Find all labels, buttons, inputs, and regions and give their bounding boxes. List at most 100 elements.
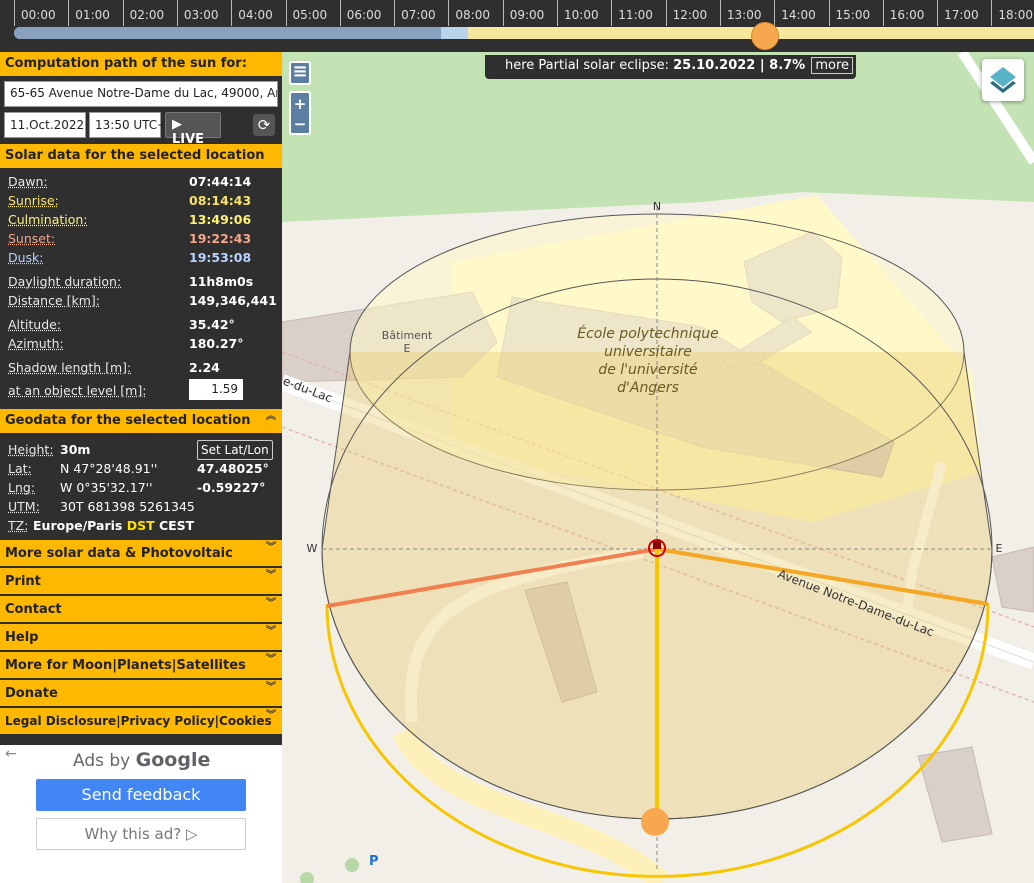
timeline-tick: 11:00 xyxy=(611,0,666,26)
time-input[interactable]: 13:50 UTC+2 xyxy=(89,112,175,138)
google-logo: Google xyxy=(135,749,211,771)
timeline[interactable]: 00:00 01:00 02:00 03:00 04:00 05:00 06:00 07:00… xyxy=(0,0,1034,52)
menu-moon[interactable]: More for Moon|Planets|Satellites ︾ xyxy=(0,652,282,680)
compass-n: N xyxy=(653,200,661,213)
chevron-down-icon: ︾ xyxy=(266,570,276,581)
dawn-label[interactable]: Dawn: xyxy=(8,174,48,189)
menu-print[interactable]: Print ︾ xyxy=(0,568,282,596)
daylight-row: Daylight duration: 11h8m0s xyxy=(0,272,282,291)
object-level-label[interactable]: at an object level [m]: xyxy=(8,383,146,398)
culmination-value: 13:49:06 xyxy=(189,212,252,227)
school-label-4: d'Angers xyxy=(617,380,679,396)
object-level-input[interactable]: 1.59 xyxy=(189,379,243,400)
lng-dms-value: W 0°35'32.17'' xyxy=(60,480,153,495)
ads-by-google: Ads by Google xyxy=(73,749,210,771)
altitude-value: 35.42° xyxy=(189,317,235,332)
ad-panel: ← Ads by Google Send feedback Why this a… xyxy=(0,745,282,883)
timeline-tick: 06:00 xyxy=(339,0,395,26)
lng-label[interactable]: Lng: xyxy=(8,480,35,495)
timeline-track[interactable] xyxy=(14,27,1034,39)
geo-header-label: Geodata for the selected location xyxy=(5,413,251,428)
ads-by-label: Ads by xyxy=(73,751,131,771)
solar-header: Solar data for the selected location xyxy=(0,144,282,169)
menu-print-label: Print xyxy=(5,574,41,589)
height-row: Height: 30m Set Lat/Lon xyxy=(0,440,282,460)
distance-label[interactable]: Distance [km]: xyxy=(8,293,100,308)
live-button[interactable]: ▶ LIVE xyxy=(165,112,221,147)
shadow-label[interactable]: Shadow length [m]: xyxy=(8,360,131,375)
eclipse-prefix: here Partial solar eclipse: xyxy=(505,58,669,73)
set-latlon-button[interactable]: Set Lat/Lon xyxy=(197,440,273,460)
address-input[interactable]: 65-65 Avenue Notre-Dame du Lac, 49000, A… xyxy=(4,81,278,107)
chevron-up-icon: ︽ xyxy=(266,411,276,422)
utm-label[interactable]: UTM: xyxy=(8,499,40,514)
map-view[interactable]: Bâtiment E École polytechnique universit… xyxy=(282,52,1034,883)
height-label[interactable]: Height: xyxy=(8,442,54,457)
sunset-value: 19:22:43 xyxy=(189,231,252,246)
chevron-down-icon: ︾ xyxy=(266,682,276,693)
school-label-3: de l'université xyxy=(598,362,698,378)
lat-label[interactable]: Lat: xyxy=(8,461,32,476)
eclipse-banner: here Partial solar eclipse: 25.10.2022 |… xyxy=(485,55,856,79)
daylight-label[interactable]: Daylight duration: xyxy=(8,274,121,289)
tz-row: TZ: Europe/Paris DST CEST xyxy=(0,516,282,540)
lat-row: Lat: N 47°28'48.91'' 47.48025° xyxy=(0,459,282,478)
back-arrow-icon[interactable]: ← xyxy=(5,746,17,762)
culmination-label[interactable]: Culmination: xyxy=(8,212,88,227)
altitude-label[interactable]: Altitude: xyxy=(8,317,61,332)
timeline-tick: 04:00 xyxy=(231,0,286,26)
timeline-tick: 15:00 xyxy=(828,0,884,26)
dusk-value: 19:53:08 xyxy=(189,250,252,265)
menu-more-solar[interactable]: More solar data & Photovoltaic ︾ xyxy=(0,540,282,568)
compass-w: W xyxy=(307,542,318,555)
send-feedback-button[interactable]: Send feedback xyxy=(36,779,246,811)
dst-badge: DST xyxy=(126,518,155,533)
zoom-controls: + − xyxy=(289,91,311,135)
date-input[interactable]: 11.Oct.2022 xyxy=(4,112,86,138)
map-menu-icon[interactable]: ≡ xyxy=(289,61,311,85)
menu-donate[interactable]: Donate ︾ xyxy=(0,680,282,708)
eclipse-more-button[interactable]: more xyxy=(811,57,854,74)
dusk-row: Dusk: 19:53:08 xyxy=(0,248,282,267)
menu-help[interactable]: Help ︾ xyxy=(0,624,282,652)
timeline-tick: 14:00 xyxy=(774,0,829,26)
azimuth-label[interactable]: Azimuth: xyxy=(8,336,64,351)
timeline-tick: 12:00 xyxy=(665,0,721,26)
school-label-1: École polytechnique xyxy=(577,325,719,342)
object-level-row: at an object level [m]: 1.59 xyxy=(0,379,282,405)
tz-label[interactable]: TZ: xyxy=(8,518,28,533)
zoom-in-button[interactable]: + xyxy=(291,94,309,114)
utm-row: UTM: 30T 681398 5261345 xyxy=(0,497,282,516)
timeline-night-segment xyxy=(14,27,441,39)
geo-header[interactable]: Geodata for the selected location ︽ xyxy=(0,409,282,434)
daylight-value: 11h8m0s xyxy=(189,274,254,289)
timeline-handle[interactable] xyxy=(750,22,779,50)
azimuth-row: Azimuth: 180.27° xyxy=(0,334,282,353)
lat-dms-value: N 47°28'48.91'' xyxy=(60,461,158,476)
why-this-ad-button[interactable]: Why this ad? ▷ xyxy=(36,818,246,850)
sunrise-row: Sunrise: 08:14:43 xyxy=(0,191,282,210)
dusk-label[interactable]: Dusk: xyxy=(8,250,44,265)
menu-help-label: Help xyxy=(5,630,39,645)
play-icon: ▶ xyxy=(172,117,182,132)
lng-row: Lng: W 0°35'32.17'' -0.59227° xyxy=(0,478,282,497)
building-label-letter: E xyxy=(404,342,411,355)
sunrise-label[interactable]: Sunrise: xyxy=(8,193,59,208)
menu-contact[interactable]: Contact ︾ xyxy=(0,596,282,624)
menu-moon-label: More for Moon|Planets|Satellites xyxy=(5,658,246,673)
refresh-icon[interactable]: ⟳ xyxy=(253,114,275,136)
zoom-out-button[interactable]: − xyxy=(291,114,309,134)
timeline-tick: 08:00 xyxy=(448,0,503,26)
timeline-tick: 17:00 xyxy=(937,0,992,26)
shadow-value: 2.24 xyxy=(189,360,220,375)
building-label: Bâtiment xyxy=(382,329,433,342)
sunset-label[interactable]: Sunset: xyxy=(8,231,55,246)
chevron-down-icon: ︾ xyxy=(266,626,276,637)
menu-legal-label: Legal Disclosure|Privacy Policy|Cookies xyxy=(5,714,272,728)
timeline-tick: 09:00 xyxy=(502,0,558,26)
layers-button[interactable] xyxy=(982,59,1024,101)
map-canvas[interactable]: Bâtiment E École polytechnique universit… xyxy=(282,52,1034,883)
chevron-down-icon: ︾ xyxy=(266,710,276,721)
lng-dec-value: -0.59227° xyxy=(197,480,266,495)
menu-legal[interactable]: Legal Disclosure|Privacy Policy|Cookies ︾ xyxy=(0,708,282,736)
